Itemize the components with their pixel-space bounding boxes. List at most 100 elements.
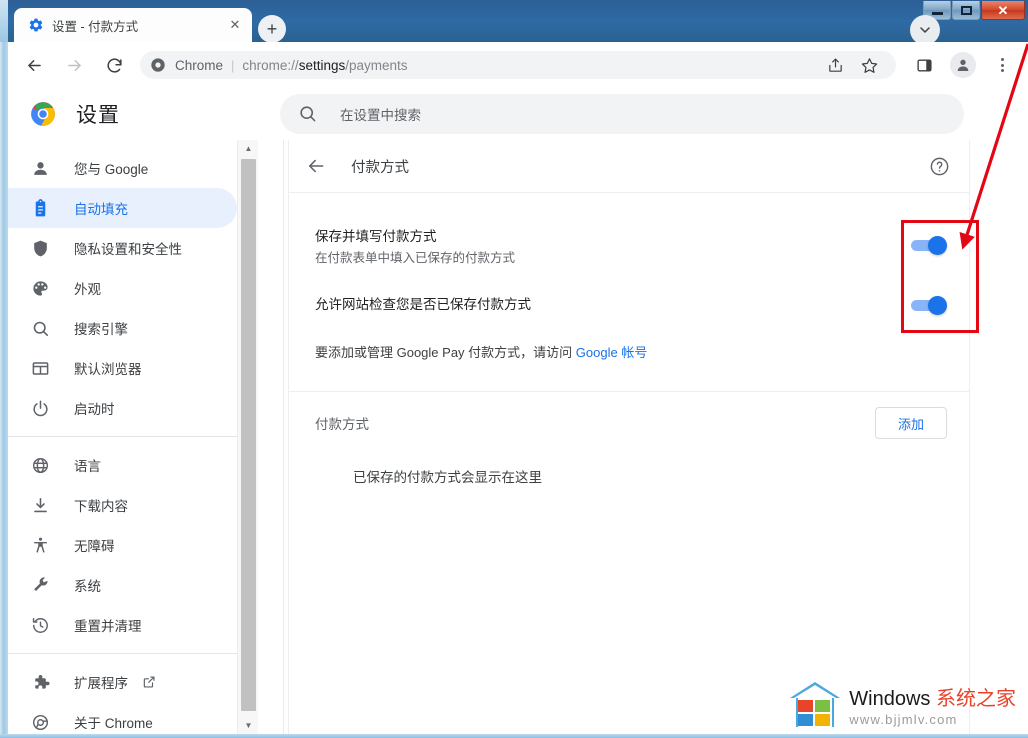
chrome-security-icon — [150, 57, 166, 73]
browser-window: ✕ 设置 - 付款方式 ✕ + Chrome | chrome://settin… — [0, 0, 1028, 738]
minimize-icon — [931, 11, 943, 15]
payments-card: 付款方式 保存并填写付款方式 在付款表单中填入已保存的付款方式 允许网站检查您是… — [288, 140, 970, 734]
maximize-icon — [960, 5, 972, 15]
chevron-down-icon[interactable] — [910, 15, 940, 45]
setting-row-allow-sites-check: 允许网站检查您是否已保存付款方式 — [289, 268, 969, 315]
sidebar-item-default-browser[interactable]: 默认浏览器 — [8, 348, 237, 388]
star-icon[interactable] — [854, 50, 884, 80]
sidebar-item-reset-cleanup[interactable]: 重置并清理 — [8, 605, 237, 645]
google-account-link[interactable]: Google 帐号 — [576, 345, 648, 360]
back-arrow-icon[interactable] — [303, 153, 329, 179]
sidebar-item-about-chrome[interactable]: 关于 Chrome — [8, 702, 237, 734]
payment-methods-header: 付款方式 添加 — [289, 392, 969, 454]
sidebar-scrollbar[interactable]: ▲ ▼ — [237, 140, 258, 734]
side-panel-icon[interactable] — [909, 50, 939, 80]
sidebar-item-label: 隐私设置和安全性 — [74, 242, 182, 257]
sidebar-item-label: 启动时 — [74, 402, 115, 417]
accessibility-icon — [30, 535, 50, 555]
toggle-save-and-fill[interactable] — [911, 236, 947, 255]
menu-dots — [1000, 58, 1004, 72]
sidebar-item-label: 关于 Chrome — [74, 716, 153, 731]
share-icon[interactable] — [820, 50, 850, 80]
toggle-knob — [928, 236, 947, 255]
payments-title: 付款方式 — [351, 159, 409, 176]
omnibox-url-prefix: chrome:// — [242, 57, 299, 73]
three-dots-menu-icon[interactable] — [987, 50, 1017, 80]
payments-page-header: 付款方式 — [289, 140, 969, 192]
sidebar-item-label: 重置并清理 — [74, 619, 142, 634]
avatar-icon[interactable] — [950, 52, 976, 78]
sidebar-item-system[interactable]: 系统 — [8, 565, 237, 605]
back-button[interactable] — [19, 50, 49, 80]
sidebar-item-appearance[interactable]: 外观 — [8, 268, 237, 308]
browser-icon — [30, 358, 50, 378]
window-controls: ✕ — [922, 1, 1025, 20]
sidebar-item-label: 自动填充 — [74, 202, 128, 217]
browser-toolbar: Chrome | chrome://settings/payments — [8, 42, 1028, 88]
scroll-up-arrow-icon[interactable]: ▲ — [238, 140, 259, 157]
browser-tab-settings[interactable]: 设置 - 付款方式 ✕ — [14, 8, 252, 42]
sidebar-item-label: 搜索引擎 — [74, 322, 128, 337]
sidebar-item-privacy-security[interactable]: 隐私设置和安全性 — [8, 228, 237, 268]
sidebar-item-search-engine[interactable]: 搜索引擎 — [8, 308, 237, 348]
restore-icon — [30, 615, 50, 635]
sidebar-item-extensions[interactable]: 扩展程序 — [8, 662, 237, 702]
clipboard-icon — [30, 198, 50, 218]
settings-main-content: 付款方式 保存并填写付款方式 在付款表单中填入已保存的付款方式 允许网站检查您是… — [284, 140, 1028, 734]
help-circle-icon[interactable] — [927, 154, 951, 178]
setting-subtitle: 在付款表单中填入已保存的付款方式 — [315, 251, 516, 265]
open-in-new-icon[interactable] — [142, 675, 156, 689]
forward-button[interactable] — [59, 50, 89, 80]
new-tab-button[interactable]: + — [258, 15, 286, 43]
sidebar-divider-2 — [8, 653, 237, 654]
toggle-allow-sites-check[interactable] — [911, 296, 947, 315]
sidebar-item-autofill[interactable]: 自动填充 — [8, 188, 237, 228]
google-pay-note-text: 要添加或管理 Google Pay 付款方式，请访问 — [315, 345, 576, 360]
sidebar-item-you-and-google[interactable]: 您与 Google — [8, 148, 237, 188]
tab-close-icon[interactable]: ✕ — [226, 16, 244, 34]
toolbar-right-actions — [904, 50, 1022, 80]
chrome-logo-icon — [30, 101, 56, 127]
setting-row-texts: 允许网站检查您是否已保存付款方式 — [315, 295, 911, 315]
payment-methods-empty-text: 已保存的付款方式会显示在这里 — [353, 470, 542, 485]
close-button[interactable]: ✕ — [981, 1, 1025, 20]
omnibox-scheme-label: Chrome — [175, 57, 224, 73]
sidebar-item-label: 默认浏览器 — [74, 362, 142, 377]
reload-button[interactable] — [99, 50, 129, 80]
setting-title: 保存并填写付款方式 — [315, 229, 437, 244]
sidebar-item-label: 扩展程序 — [74, 676, 128, 691]
setting-row-texts: 保存并填写付款方式 在付款表单中填入已保存的付款方式 — [315, 227, 911, 268]
sidebar-item-label: 外观 — [74, 282, 101, 297]
wrench-icon — [30, 575, 50, 595]
shield-icon — [30, 238, 50, 258]
sidebar-item-accessibility[interactable]: 无障碍 — [8, 525, 237, 565]
omnibox-actions — [818, 50, 886, 80]
scroll-down-arrow-icon[interactable]: ▼ — [238, 717, 259, 734]
page-title: 设置 — [76, 104, 120, 127]
settings-sidebar: 您与 Google 自动填充 隐私设置和安全性 外观 搜索引擎 默认浏览器 启动… — [8, 140, 237, 734]
window-frame-bottom-edge — [0, 734, 1028, 738]
scrollbar-thumb[interactable] — [241, 159, 256, 711]
add-payment-method-button[interactable]: 添加 — [874, 407, 947, 439]
puzzle-icon — [30, 672, 50, 692]
title-bar: ✕ 设置 - 付款方式 ✕ + — [0, 0, 1028, 45]
globe-icon — [30, 455, 50, 475]
sidebar-item-label: 无障碍 — [74, 539, 115, 554]
omnibox-url-host: settings — [298, 57, 346, 73]
omnibox-url: chrome://settings/payments — [242, 58, 407, 73]
sidebar-item-languages[interactable]: 语言 — [8, 445, 237, 485]
google-pay-note: 要添加或管理 Google Pay 付款方式，请访问 Google 帐号 — [289, 315, 969, 363]
power-icon — [30, 398, 50, 418]
setting-title: 允许网站检查您是否已保存付款方式 — [315, 297, 531, 312]
address-bar[interactable]: Chrome | chrome://settings/payments — [140, 51, 896, 79]
settings-search-input[interactable]: 在设置中搜索 — [280, 94, 964, 134]
omnibox-separator: | — [231, 57, 235, 73]
maximize-button[interactable] — [952, 1, 980, 20]
sidebar-item-on-startup[interactable]: 启动时 — [8, 388, 237, 428]
download-icon — [30, 495, 50, 515]
window-frame-left-edge — [0, 0, 8, 738]
sidebar-item-downloads[interactable]: 下载内容 — [8, 485, 237, 525]
settings-gear-icon — [28, 17, 44, 33]
palette-icon — [30, 278, 50, 298]
sidebar-item-label: 下载内容 — [74, 499, 128, 514]
